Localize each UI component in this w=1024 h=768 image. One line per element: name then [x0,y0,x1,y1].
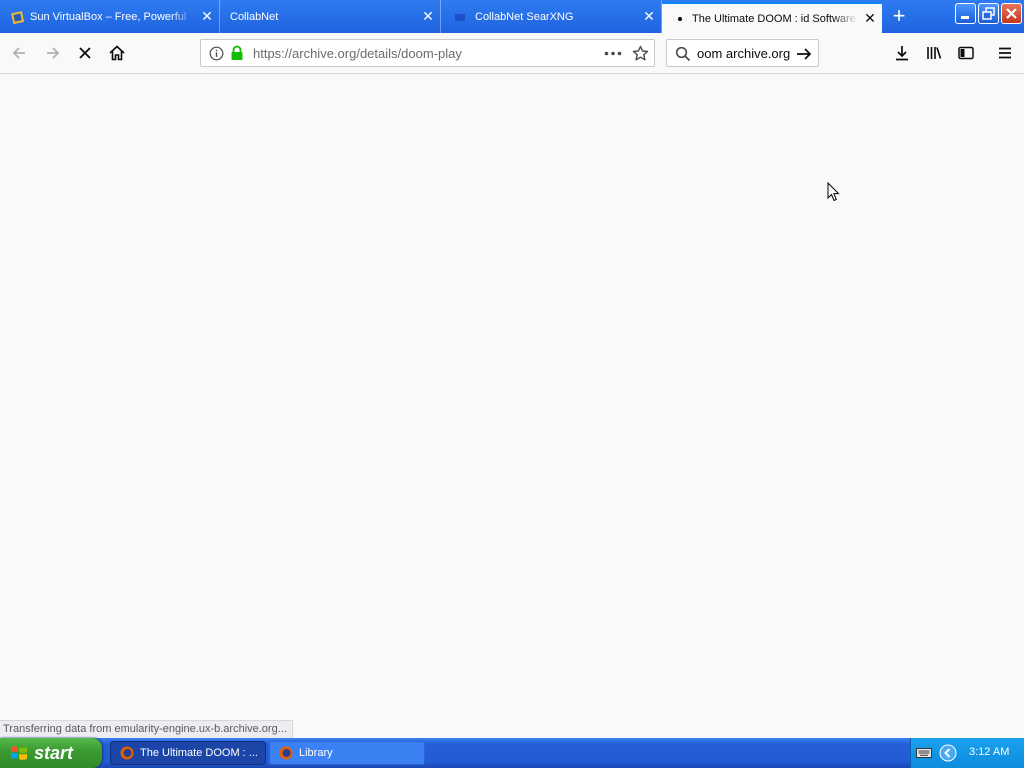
home-button[interactable] [103,39,131,67]
tab-virtualbox[interactable]: Sun VirtualBox – Free, Powerful ✕ [0,0,220,33]
download-icon [896,46,908,61]
mouse-cursor-icon [827,182,840,202]
url-text: https://archive.org/details/doom-play [253,46,462,61]
back-arrow-icon [12,47,25,59]
minimize-button[interactable] [955,3,976,24]
url-bar[interactable]: https://archive.org/details/doom-play [200,39,655,67]
close-icon [1006,8,1017,19]
stop-loading-button[interactable] [71,39,99,67]
search-bar[interactable]: oom archive.org [666,39,819,67]
forward-button[interactable] [39,39,67,67]
minimize-icon [961,16,969,19]
search-go-arrow-icon[interactable] [795,46,813,62]
taskbar: start The Ultimate DOOM : ... Library 3:… [0,738,1024,768]
restore-icon [982,7,995,20]
page-actions-icon[interactable] [604,51,622,56]
tab-close-icon[interactable]: ✕ [637,8,661,25]
tab-close-icon[interactable]: ✕ [416,8,440,25]
tab-strip: Sun VirtualBox – Free, Powerful ✕ Collab… [0,0,1024,33]
library-icon [927,47,942,59]
close-window-button[interactable] [1001,3,1022,24]
tab-label: CollabNet [230,10,279,23]
status-bar: Transferring data from emularity-engine.… [0,720,293,740]
stop-icon [79,47,91,59]
secure-lock-icon[interactable] [230,45,244,61]
loading-dot-icon [678,16,682,21]
search-input-value[interactable]: oom archive.org [697,46,790,61]
sidebar-icon [958,46,974,60]
taskbar-item-label: The Ultimate DOOM : ... [140,747,258,759]
tab-close-icon[interactable]: ✕ [858,10,882,27]
tab-close-icon[interactable]: ✕ [195,8,219,25]
tab-collabnet[interactable]: CollabNet ✕ [220,0,441,33]
maximize-button[interactable] [978,3,999,24]
taskbar-item-doom[interactable]: The Ultimate DOOM : ... [110,741,266,765]
hamburger-menu-icon [999,47,1011,59]
tab-ultimate-doom[interactable]: The Ultimate DOOM : id Software ✕ [662,2,882,33]
sidebar-button[interactable] [952,39,980,67]
downloads-button[interactable] [888,39,916,67]
start-button[interactable]: start [0,738,102,768]
new-tab-button[interactable]: + [886,4,912,30]
clock[interactable]: 3:12 AM [969,746,1009,758]
page-info-icon[interactable] [209,46,224,61]
virtualbox-icon [11,10,25,24]
navigation-toolbar: https://archive.org/details/doom-play oo… [0,33,1024,74]
start-label: start [34,742,74,763]
forward-arrow-icon [47,47,60,59]
tab-collabnet-searxng[interactable]: CollabNet SearXNG ✕ [441,0,662,33]
tab-label: Sun VirtualBox – Free, Powerful [30,10,187,23]
keyboard-icon[interactable] [916,747,932,759]
tab-label: CollabNet SearXNG [475,10,574,23]
home-icon [109,45,125,61]
page-content[interactable] [0,74,1024,738]
searxng-icon [455,13,465,21]
firefox-icon [120,746,134,760]
firefox-icon [279,746,293,760]
system-tray: 3:12 AM [910,738,1024,768]
taskbar-item-library[interactable]: Library [269,741,425,765]
tray-expand-chevron-icon[interactable] [939,744,957,762]
taskbar-item-label: Library [299,747,333,759]
tab-label: The Ultimate DOOM : id Software [692,12,856,25]
back-button[interactable] [5,39,33,67]
menu-button[interactable] [991,39,1019,67]
bookmark-star-icon[interactable] [632,45,649,62]
windows-logo-icon [11,746,27,760]
library-button[interactable] [920,39,948,67]
search-icon [675,46,691,62]
